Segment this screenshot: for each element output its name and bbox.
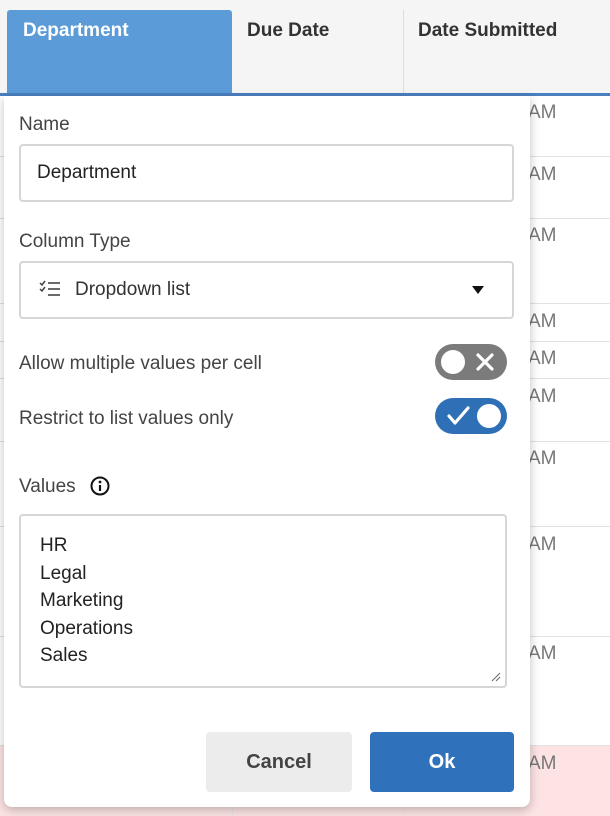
value-line: Marketing (40, 590, 124, 611)
table-cell-time[interactable]: AM (528, 311, 557, 333)
table-cell-time[interactable]: AM (528, 102, 557, 124)
info-icon[interactable] (90, 476, 110, 496)
ok-button[interactable]: Ok (370, 732, 514, 792)
table-cell-time[interactable]: AM (528, 753, 557, 775)
checklist-icon (39, 280, 61, 300)
column-settings-dialog: Name Column Type Dropdown list Allow mul… (4, 96, 530, 807)
table-cell-time[interactable]: AM (528, 348, 557, 370)
column-type-select[interactable]: Dropdown list (19, 261, 514, 319)
name-label: Name (19, 114, 70, 135)
restrict-label: Restrict to list values only (19, 408, 234, 429)
table-cell-time[interactable]: AM (528, 386, 557, 408)
table-cell-time[interactable]: AM (528, 534, 557, 556)
values-textarea[interactable]: HR Legal Marketing Operations Sales (19, 514, 507, 688)
allow-multiple-label: Allow multiple values per cell (19, 353, 262, 374)
table-cell-time[interactable]: AM (528, 164, 557, 186)
table-cell-time[interactable]: AM (528, 448, 557, 470)
value-line: HR (40, 535, 68, 556)
chevron-down-icon (472, 286, 484, 294)
toggle-knob (477, 404, 501, 428)
close-icon (476, 353, 494, 371)
value-line: Sales (40, 645, 88, 666)
column-header-date-submitted[interactable]: Date Submitted (403, 10, 610, 94)
column-type-label: Column Type (19, 231, 131, 252)
values-label: Values (19, 476, 76, 497)
toggle-knob (441, 350, 465, 374)
column-header-department[interactable]: Department (7, 10, 232, 94)
value-line: Operations (40, 617, 133, 639)
check-icon (447, 406, 470, 425)
table-cell-time[interactable]: AM (528, 225, 557, 247)
column-header-due-date[interactable]: Due Date (232, 10, 403, 94)
value-line: Legal (40, 562, 87, 584)
restrict-toggle[interactable] (435, 398, 507, 434)
allow-multiple-toggle[interactable] (435, 344, 507, 380)
name-input[interactable] (19, 144, 514, 202)
table-cell-time[interactable]: AM (528, 643, 557, 665)
resize-handle-icon[interactable] (491, 672, 501, 682)
cancel-button[interactable]: Cancel (206, 732, 352, 792)
column-type-value: Dropdown list (75, 279, 191, 300)
